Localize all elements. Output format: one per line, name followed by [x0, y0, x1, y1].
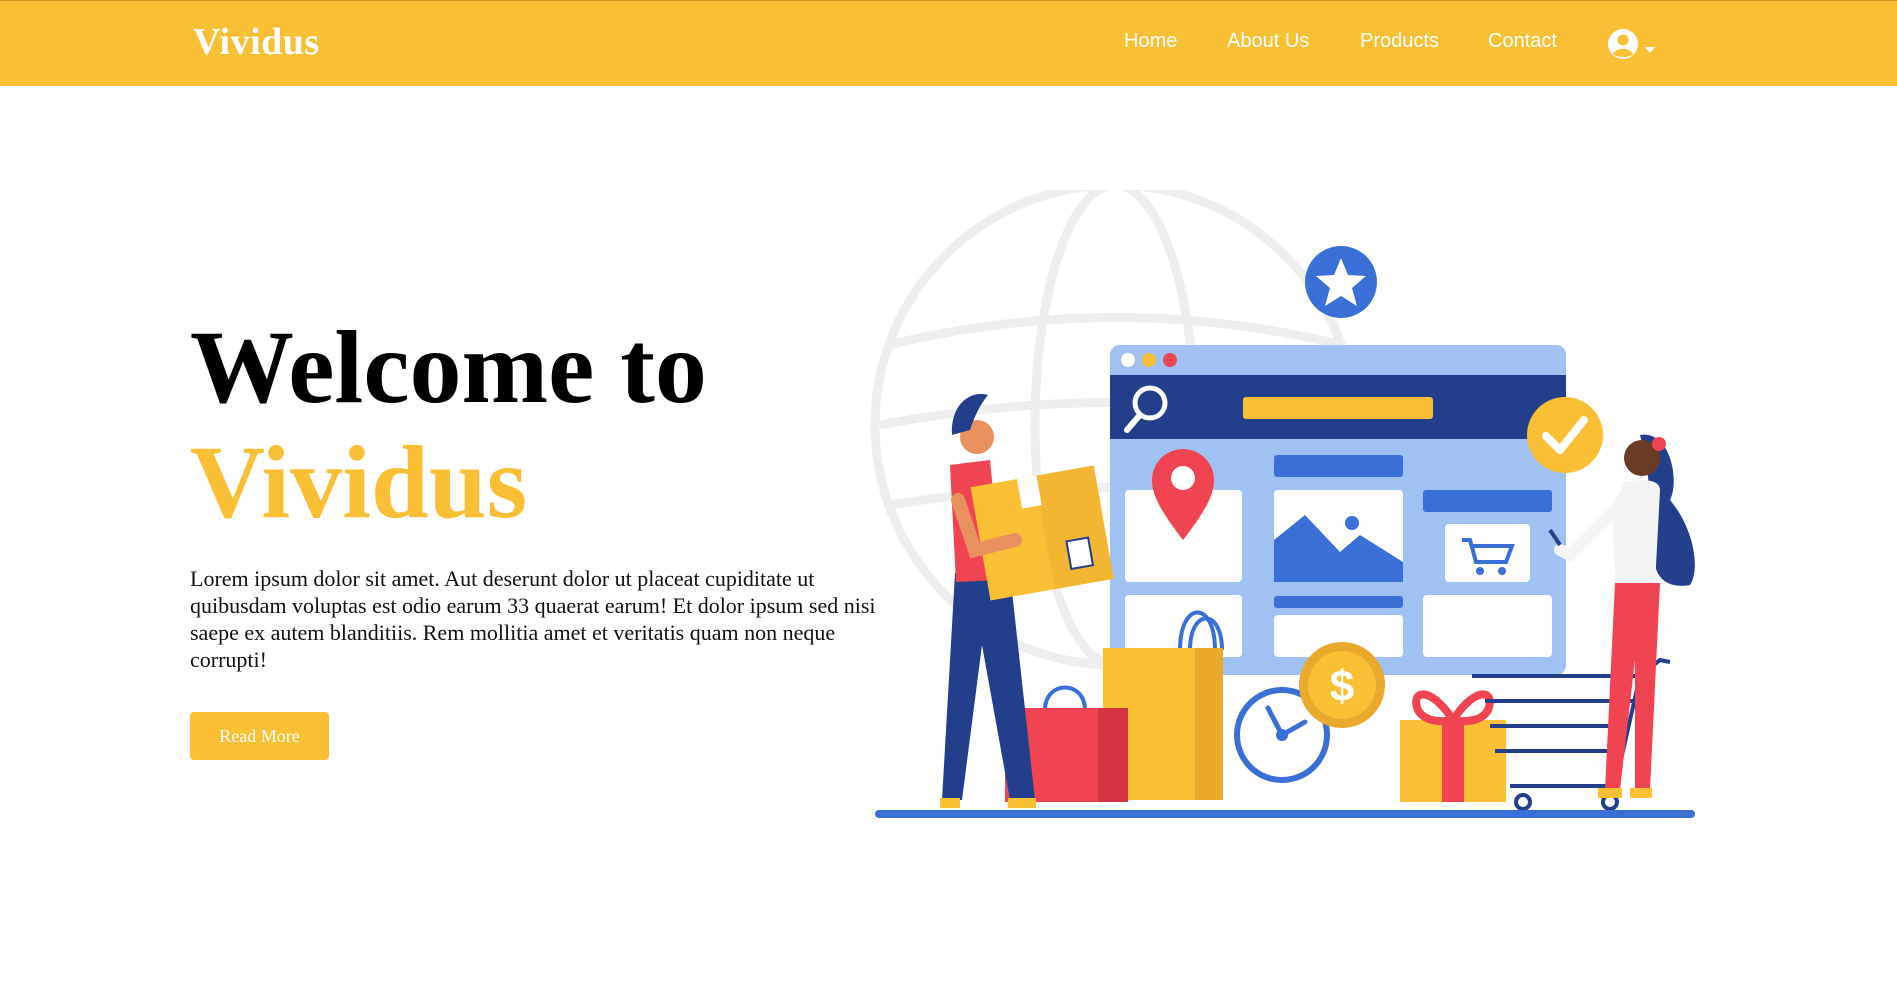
- dollar-coin-icon: $: [1299, 642, 1385, 728]
- nav-link-products[interactable]: Products: [1360, 30, 1439, 53]
- caret-down-icon: [1645, 47, 1655, 53]
- check-badge-icon: [1527, 397, 1603, 473]
- user-circle-icon: [1608, 29, 1638, 59]
- hero-title-brand: Vividus: [190, 425, 528, 540]
- hero-illustration: $: [870, 180, 1716, 830]
- svg-text:$: $: [1330, 662, 1354, 711]
- read-more-button[interactable]: Read More: [190, 712, 329, 760]
- hero-title-line-1: Welcome to: [190, 310, 707, 425]
- hero-title: Welcome to Vividus: [190, 310, 707, 540]
- brand-logo[interactable]: Vividus: [193, 20, 320, 64]
- nav-link-about-us[interactable]: About Us: [1227, 30, 1309, 53]
- top-navbar: Vividus Home About Us Products Contact: [0, 0, 1897, 86]
- gift-box-icon: [1400, 690, 1506, 802]
- woman-with-phone-figure: [1548, 434, 1695, 798]
- ground-line: [875, 810, 1695, 818]
- user-menu-toggle[interactable]: [1607, 28, 1659, 60]
- star-badge-icon: [1305, 246, 1377, 318]
- nav-link-home[interactable]: Home: [1124, 30, 1177, 53]
- hero-description: Lorem ipsum dolor sit amet. Aut deserunt…: [190, 566, 876, 672]
- nav-link-contact[interactable]: Contact: [1488, 30, 1557, 53]
